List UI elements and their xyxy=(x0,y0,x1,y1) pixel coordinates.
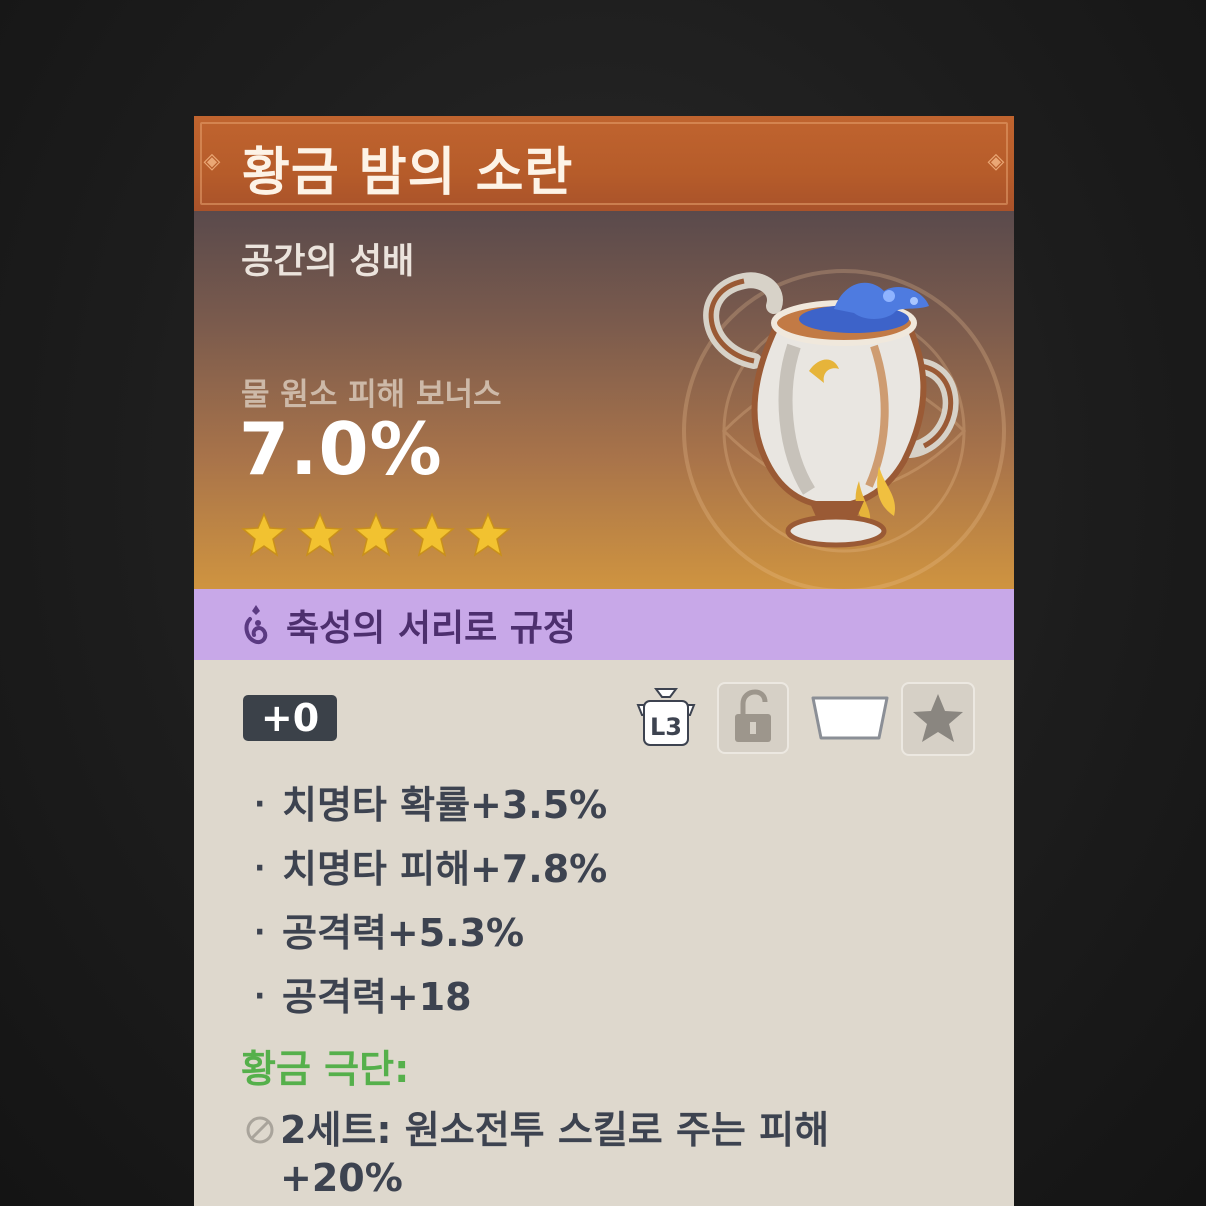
substat-text: 공격력+18 xyxy=(282,975,472,1019)
tag-button[interactable] xyxy=(809,692,891,744)
substat-text: 공격력+5.3% xyxy=(282,911,525,955)
ornament-right-icon: ◈ xyxy=(987,149,1005,174)
substat-list: · 치명타 확률+3.5% · 치명타 피해+7.8% · 공격력+5.3% · 공격력… xyxy=(254,774,607,1030)
inactive-set-icon xyxy=(246,1116,274,1144)
rarity-star-icon xyxy=(241,512,287,557)
artifact-hero: 공간의 성배 물 원소 피해 보너스 7.0% xyxy=(194,211,1014,589)
favorite-button[interactable] xyxy=(901,682,975,756)
unlocked-lock-icon xyxy=(735,689,771,742)
blank-tag-icon xyxy=(811,696,889,740)
cup-artifact-icon xyxy=(703,272,959,548)
substat-item: · 치명타 피해+7.8% xyxy=(254,838,607,902)
substat-text: 치명타 확률+3.5% xyxy=(282,783,608,827)
artifact-body: +0 L3 · 치명타 확률+3.5% · 치명타 피해+7.8% · 공격력+… xyxy=(194,660,1014,1206)
title-bar: ◈ ◈ 황금 밤의 소란 xyxy=(194,116,1014,211)
artifact-name: 황금 밤의 소란 xyxy=(242,143,574,203)
set-banner: 축성의 서리로 규정 xyxy=(194,589,1014,660)
substat-text: 치명타 피해+7.8% xyxy=(282,847,608,891)
star-icon xyxy=(913,694,963,742)
artifact-slot: 공간의 성배 xyxy=(241,242,415,282)
level-cap-label: L3 xyxy=(650,713,682,741)
level-badge: +0 xyxy=(243,695,337,741)
bullet: · xyxy=(254,787,266,822)
rarity-star-icon xyxy=(465,512,511,557)
ornament-left-icon: ◈ xyxy=(203,149,221,174)
substat-item: · 공격력+5.3% xyxy=(254,902,607,966)
rarity-star-icon xyxy=(353,512,399,557)
level-cap-button[interactable]: L3 xyxy=(632,685,700,751)
main-stat-value: 7.0% xyxy=(239,407,443,491)
set-banner-text: 축성의 서리로 규정 xyxy=(286,607,577,649)
lock-toggle-button[interactable] xyxy=(717,682,789,754)
bullet: · xyxy=(254,851,266,886)
set-name: 황금 극단: xyxy=(241,1047,410,1091)
artifact-detail-card: ◈ ◈ 황금 밤의 소란 공간의 성배 물 원소 피해 보너스 7.0% 축성의… xyxy=(194,116,1014,1206)
bullet: · xyxy=(254,979,266,1014)
rarity-star-icon xyxy=(409,512,455,557)
substat-item: · 공격력+18 xyxy=(254,966,607,1030)
rarity-star-icon xyxy=(297,512,343,557)
bullet: · xyxy=(254,915,266,950)
substat-item: · 치명타 확률+3.5% xyxy=(254,774,607,838)
sanctifying-elixir-icon xyxy=(244,604,268,644)
rarity-stars xyxy=(240,511,512,559)
set-effect-text: 2세트: 원소전투 스킬로 주는 피해+20% xyxy=(280,1108,830,1200)
